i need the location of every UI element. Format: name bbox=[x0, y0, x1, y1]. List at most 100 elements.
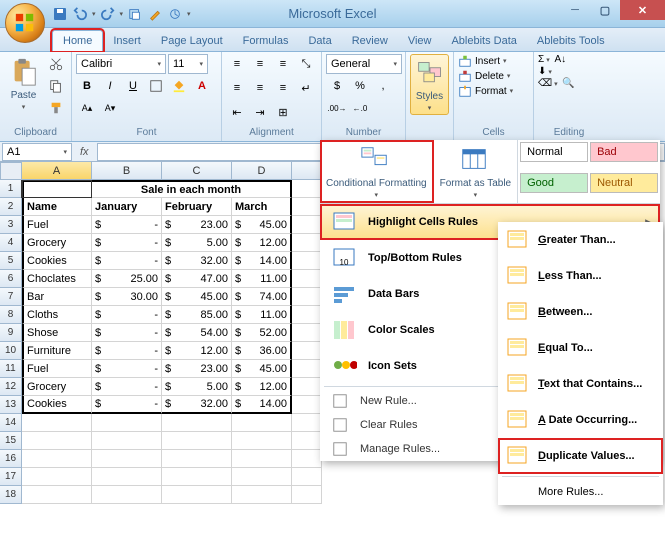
fill-button[interactable]: ⬇ ▾ bbox=[538, 66, 552, 77]
column-header-C[interactable]: C bbox=[162, 162, 232, 180]
row-header[interactable]: 8 bbox=[0, 306, 22, 324]
column-header-D[interactable]: D bbox=[232, 162, 292, 180]
empty-cell[interactable] bbox=[292, 270, 322, 288]
border-button[interactable] bbox=[145, 76, 167, 96]
row-header[interactable]: 13 bbox=[0, 396, 22, 414]
empty-cell[interactable] bbox=[232, 414, 292, 432]
row-header[interactable]: 2 bbox=[0, 198, 22, 216]
empty-cell[interactable] bbox=[292, 396, 322, 414]
styles-button[interactable]: Styles▾ bbox=[410, 54, 449, 115]
table-cell[interactable]: $5.00 bbox=[162, 378, 232, 396]
table-cell[interactable]: Fuel bbox=[22, 360, 92, 378]
currency-button[interactable]: $ bbox=[326, 76, 348, 96]
table-cell[interactable]: Bar bbox=[22, 288, 92, 306]
submenu-a-date-occurring-[interactable]: A Date Occurring... bbox=[498, 402, 663, 438]
table-cell[interactable]: $11.00 bbox=[232, 306, 292, 324]
select-all-corner[interactable] bbox=[0, 162, 22, 180]
empty-cell[interactable] bbox=[292, 414, 322, 432]
empty-cell[interactable] bbox=[162, 450, 232, 468]
tab-insert[interactable]: Insert bbox=[103, 31, 151, 51]
copy-button[interactable] bbox=[45, 76, 67, 96]
empty-cell[interactable] bbox=[232, 486, 292, 504]
submenu-more-rules[interactable]: More Rules... bbox=[498, 479, 663, 505]
table-cell[interactable]: $- bbox=[92, 342, 162, 360]
table-cell[interactable]: $74.00 bbox=[232, 288, 292, 306]
tab-ablebits-tools[interactable]: Ablebits Tools bbox=[527, 31, 615, 51]
table-cell[interactable]: $36.00 bbox=[232, 342, 292, 360]
row-header[interactable]: 10 bbox=[0, 342, 22, 360]
table-cell[interactable]: $- bbox=[92, 252, 162, 270]
table-cell[interactable]: $- bbox=[92, 216, 162, 234]
table-cell[interactable]: $14.00 bbox=[232, 252, 292, 270]
clear-button[interactable]: ⌫ ▾ 🔍 bbox=[538, 78, 575, 89]
table-cell[interactable]: $30.00 bbox=[92, 288, 162, 306]
style-swatch-neutral[interactable]: Neutral bbox=[590, 173, 658, 193]
column-header-E[interactable] bbox=[292, 162, 322, 180]
row-header[interactable]: 11 bbox=[0, 360, 22, 378]
empty-cell[interactable] bbox=[292, 252, 322, 270]
table-cell[interactable]: $- bbox=[92, 324, 162, 342]
table-cell[interactable]: $45.00 bbox=[232, 360, 292, 378]
qat-icon-1[interactable] bbox=[127, 6, 143, 22]
submenu-text-that-contains-[interactable]: Text that Contains... bbox=[498, 366, 663, 402]
autosum-button[interactable]: Σ ▾ A↓ bbox=[538, 54, 566, 65]
row-header[interactable]: 7 bbox=[0, 288, 22, 306]
align-top-button[interactable]: ≡ bbox=[226, 54, 248, 74]
redo-icon[interactable] bbox=[100, 6, 116, 22]
empty-cell[interactable] bbox=[22, 468, 92, 486]
table-cell[interactable]: $12.00 bbox=[232, 234, 292, 252]
row-header[interactable]: 9 bbox=[0, 324, 22, 342]
column-header-B[interactable]: B bbox=[92, 162, 162, 180]
name-box[interactable]: A1▾ bbox=[2, 143, 72, 161]
font-name-combo[interactable]: Calibri▾ bbox=[76, 54, 166, 74]
tab-review[interactable]: Review bbox=[342, 31, 398, 51]
undo-dropdown-icon[interactable]: ▾ bbox=[92, 10, 96, 18]
table-cell[interactable]: $45.00 bbox=[232, 216, 292, 234]
empty-cell[interactable] bbox=[92, 414, 162, 432]
style-swatch-good[interactable]: Good bbox=[520, 173, 588, 193]
row-header[interactable]: 1 bbox=[0, 180, 22, 198]
font-color-button[interactable]: A bbox=[191, 76, 213, 96]
row-header[interactable]: 3 bbox=[0, 216, 22, 234]
decrease-indent-button[interactable]: ⇤ bbox=[226, 103, 248, 123]
table-cell[interactable]: $14.00 bbox=[232, 396, 292, 414]
submenu-equal-to-[interactable]: Equal To... bbox=[498, 330, 663, 366]
table-cell[interactable]: Cloths bbox=[22, 306, 92, 324]
empty-cell[interactable] bbox=[162, 414, 232, 432]
undo-icon[interactable] bbox=[72, 6, 88, 22]
fill-color-button[interactable] bbox=[168, 76, 190, 96]
row-header[interactable]: 12 bbox=[0, 378, 22, 396]
empty-cell[interactable] bbox=[292, 378, 322, 396]
row-header[interactable]: 15 bbox=[0, 432, 22, 450]
fx-icon[interactable]: fx bbox=[80, 146, 89, 158]
table-cell[interactable]: Cookies bbox=[22, 252, 92, 270]
bold-button[interactable]: B bbox=[76, 76, 98, 96]
style-swatch-bad[interactable]: Bad bbox=[590, 142, 658, 162]
format-painter-button[interactable] bbox=[45, 98, 67, 118]
empty-cell[interactable] bbox=[292, 432, 322, 450]
table-cell[interactable]: $23.00 bbox=[162, 216, 232, 234]
table-cell[interactable]: Shose bbox=[22, 324, 92, 342]
align-middle-button[interactable]: ≡ bbox=[249, 54, 271, 74]
save-icon[interactable] bbox=[52, 6, 68, 22]
row-header[interactable]: 6 bbox=[0, 270, 22, 288]
cell-a1[interactable] bbox=[22, 180, 92, 198]
table-header-cell[interactable]: Name bbox=[22, 198, 92, 216]
empty-cell[interactable] bbox=[92, 468, 162, 486]
minimize-button[interactable]: ─ bbox=[560, 0, 590, 20]
table-title-cell[interactable]: Sale in each month bbox=[92, 180, 292, 198]
tab-data[interactable]: Data bbox=[298, 31, 341, 51]
row-header[interactable]: 18 bbox=[0, 486, 22, 504]
table-cell[interactable]: $54.00 bbox=[162, 324, 232, 342]
office-button[interactable] bbox=[5, 3, 45, 43]
orientation-button[interactable]: ⤡ bbox=[295, 54, 317, 74]
table-cell[interactable]: Cookies bbox=[22, 396, 92, 414]
table-cell[interactable]: $32.00 bbox=[162, 396, 232, 414]
align-bottom-button[interactable]: ≡ bbox=[272, 54, 294, 74]
table-cell[interactable]: Grocery bbox=[22, 234, 92, 252]
tab-ablebits-data[interactable]: Ablebits Data bbox=[441, 31, 526, 51]
comma-button[interactable]: , bbox=[372, 76, 394, 96]
row-header[interactable]: 5 bbox=[0, 252, 22, 270]
wrap-text-button[interactable]: ↵ bbox=[295, 78, 317, 98]
align-center-button[interactable]: ≡ bbox=[249, 78, 271, 98]
